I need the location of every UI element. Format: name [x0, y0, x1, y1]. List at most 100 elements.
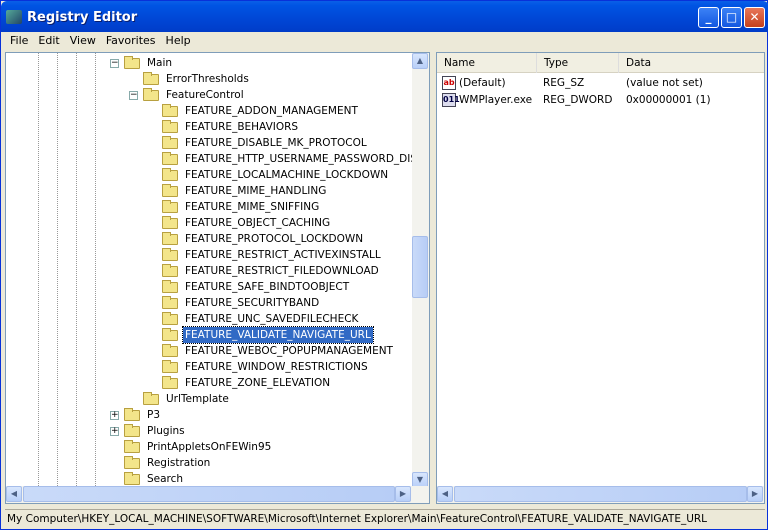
tree-item[interactable]: + P3: [6, 407, 411, 423]
values-list-pane[interactable]: Name Type Data ◀ ▶ ab (Default) REG_SZ (val…: [436, 52, 765, 504]
tree-item-label[interactable]: FEATURE_RESTRICT_FILEDOWNLOAD: [183, 263, 381, 279]
tree-item-label[interactable]: FEATURE_OBJECT_CACHING: [183, 215, 332, 231]
tree-item-label[interactable]: FEATURE_WEBOC_POPUPMANAGEMENT: [183, 343, 395, 359]
tree-item-label[interactable]: Main: [145, 55, 174, 71]
scroll-thumb[interactable]: [412, 236, 428, 298]
tree-item[interactable]: FEATURE_DISABLE_MK_PROTOCOL: [6, 135, 411, 151]
folder-icon: [124, 424, 140, 437]
scroll-thumb[interactable]: [454, 486, 747, 502]
tree-item-label[interactable]: Registration: [145, 455, 212, 471]
tree-item[interactable]: UrlTemplate: [6, 391, 411, 407]
column-header-type[interactable]: Type: [537, 53, 619, 73]
tree-horizontal-scrollbar[interactable]: ◀ ▶: [6, 486, 429, 503]
folder-icon: [124, 56, 140, 69]
menu-favorites[interactable]: Favorites: [101, 32, 161, 51]
scroll-thumb[interactable]: [23, 486, 395, 502]
folder-icon: [124, 440, 140, 453]
tree-item-label[interactable]: Plugins: [145, 423, 187, 439]
folder-icon: [162, 232, 178, 245]
folder-icon: [162, 104, 178, 117]
tree-item-label[interactable]: FEATURE_LOCALMACHINE_LOCKDOWN: [183, 167, 390, 183]
folder-icon: [143, 392, 159, 405]
folder-icon: [162, 152, 178, 165]
tree-item[interactable]: FEATURE_BEHAVIORS: [6, 119, 411, 135]
tree-item[interactable]: FEATURE_WEBOC_POPUPMANAGEMENT: [6, 343, 411, 359]
tree-item-label[interactable]: ErrorThresholds: [164, 71, 251, 87]
tree-item[interactable]: FEATURE_MIME_SNIFFING: [6, 199, 411, 215]
tree-item-label[interactable]: FEATURE_ZONE_ELEVATION: [183, 375, 332, 391]
expand-icon[interactable]: +: [110, 427, 119, 436]
tree-item[interactable]: FEATURE_SAFE_BINDTOOBJECT: [6, 279, 411, 295]
maximize-button[interactable]: □: [721, 7, 742, 28]
tree-item[interactable]: FEATURE_UNC_SAVEDFILECHECK: [6, 311, 411, 327]
collapse-icon[interactable]: −: [110, 59, 119, 68]
folder-icon: [124, 408, 140, 421]
tree-item[interactable]: Search: [6, 471, 411, 487]
minimize-button[interactable]: _: [698, 7, 719, 28]
tree-item[interactable]: PrintAppletsOnFEWin95: [6, 439, 411, 455]
tree-item-label[interactable]: FEATURE_PROTOCOL_LOCKDOWN: [183, 231, 365, 247]
tree-item-label[interactable]: FEATURE_BEHAVIORS: [183, 119, 300, 135]
tree-item-label[interactable]: P3: [145, 407, 162, 423]
value-row[interactable]: ab (Default) REG_SZ (value not set): [437, 75, 764, 91]
tree-item[interactable]: FEATURE_SECURITYBAND: [6, 295, 411, 311]
tree-item[interactable]: FEATURE_ZONE_ELEVATION: [6, 375, 411, 391]
tree-item-label[interactable]: FEATURE_RESTRICT_ACTIVEXINSTALL: [183, 247, 383, 263]
window-title: Registry Editor: [27, 10, 138, 25]
column-header-name[interactable]: Name: [437, 53, 537, 73]
menu-edit[interactable]: Edit: [33, 32, 64, 51]
tree-item-label[interactable]: PrintAppletsOnFEWin95: [145, 439, 273, 455]
menu-help[interactable]: Help: [161, 32, 196, 51]
tree-item[interactable]: FEATURE_OBJECT_CACHING: [6, 215, 411, 231]
tree-item[interactable]: FEATURE_HTTP_USERNAME_PASSWORD_DISABLE: [6, 151, 429, 167]
list-horizontal-scrollbar[interactable]: ◀ ▶: [437, 486, 764, 503]
tree-item-label[interactable]: Search: [145, 471, 185, 487]
scroll-left-button[interactable]: ◀: [6, 486, 22, 502]
tree-item[interactable]: FEATURE_RESTRICT_FILEDOWNLOAD: [6, 263, 411, 279]
tree-item[interactable]: FEATURE_LOCALMACHINE_LOCKDOWN: [6, 167, 411, 183]
folder-icon: [162, 200, 178, 213]
tree-item-label[interactable]: UrlTemplate: [164, 391, 231, 407]
value-row[interactable]: 011 WMPlayer.exe REG_DWORD 0x00000001 (1): [437, 92, 764, 108]
tree-item[interactable]: FEATURE_VALIDATE_NAVIGATE_URL: [6, 326, 411, 344]
tree-item-label[interactable]: FeatureControl: [164, 87, 246, 103]
tree-item-label[interactable]: FEATURE_HTTP_USERNAME_PASSWORD_DISABLE: [183, 151, 429, 167]
tree-item-label[interactable]: FEATURE_MIME_HANDLING: [183, 183, 328, 199]
tree-item-label[interactable]: FEATURE_WINDOW_RESTRICTIONS: [183, 359, 370, 375]
menu-view[interactable]: View: [65, 32, 101, 51]
tree-item-label[interactable]: FEATURE_DISABLE_MK_PROTOCOL: [183, 135, 369, 151]
collapse-icon[interactable]: −: [129, 91, 138, 100]
scroll-up-button[interactable]: ▲: [412, 53, 428, 69]
scroll-left-button[interactable]: ◀: [437, 486, 453, 502]
tree-item-label[interactable]: FEATURE_MIME_SNIFFING: [183, 199, 321, 215]
tree-item-label[interactable]: FEATURE_SAFE_BINDTOOBJECT: [183, 279, 351, 295]
folder-icon: [162, 168, 178, 181]
close-button[interactable]: ✕: [744, 7, 765, 28]
key-tree-pane[interactable]: − Main ErrorThresholds − FeatureControl FEATU…: [5, 52, 430, 504]
tree-item[interactable]: FEATURE_MIME_HANDLING: [6, 183, 411, 199]
tree-item-label[interactable]: FEATURE_ADDON_MANAGEMENT: [183, 103, 360, 119]
tree-item-label[interactable]: FEATURE_VALIDATE_NAVIGATE_URL: [182, 326, 374, 344]
folder-icon: [162, 216, 178, 229]
folder-icon: [162, 280, 178, 293]
value-type: REG_SZ: [543, 77, 585, 89]
expand-icon[interactable]: +: [110, 411, 119, 420]
tree-item[interactable]: FEATURE_RESTRICT_ACTIVEXINSTALL: [6, 247, 411, 263]
tree-item[interactable]: + Plugins: [6, 423, 411, 439]
tree-vertical-scrollbar[interactable]: ▲ ▼: [412, 53, 429, 488]
tree-item[interactable]: ErrorThresholds: [6, 71, 411, 87]
tree-item[interactable]: FEATURE_WINDOW_RESTRICTIONS: [6, 359, 411, 375]
tree-item[interactable]: Registration: [6, 455, 411, 471]
column-header-data[interactable]: Data: [619, 53, 764, 73]
tree-item-label[interactable]: FEATURE_SECURITYBAND: [183, 295, 321, 311]
tree-item[interactable]: − Main: [6, 55, 411, 71]
folder-icon: [162, 248, 178, 261]
tree-item-label[interactable]: FEATURE_UNC_SAVEDFILECHECK: [183, 311, 360, 327]
scroll-right-button[interactable]: ▶: [395, 486, 411, 502]
menu-file[interactable]: File: [5, 32, 33, 51]
tree-item[interactable]: − FeatureControl: [6, 87, 411, 103]
scroll-right-button[interactable]: ▶: [747, 486, 763, 502]
tree-item[interactable]: FEATURE_ADDON_MANAGEMENT: [6, 103, 411, 119]
folder-icon: [143, 72, 159, 85]
tree-item[interactable]: FEATURE_PROTOCOL_LOCKDOWN: [6, 231, 411, 247]
